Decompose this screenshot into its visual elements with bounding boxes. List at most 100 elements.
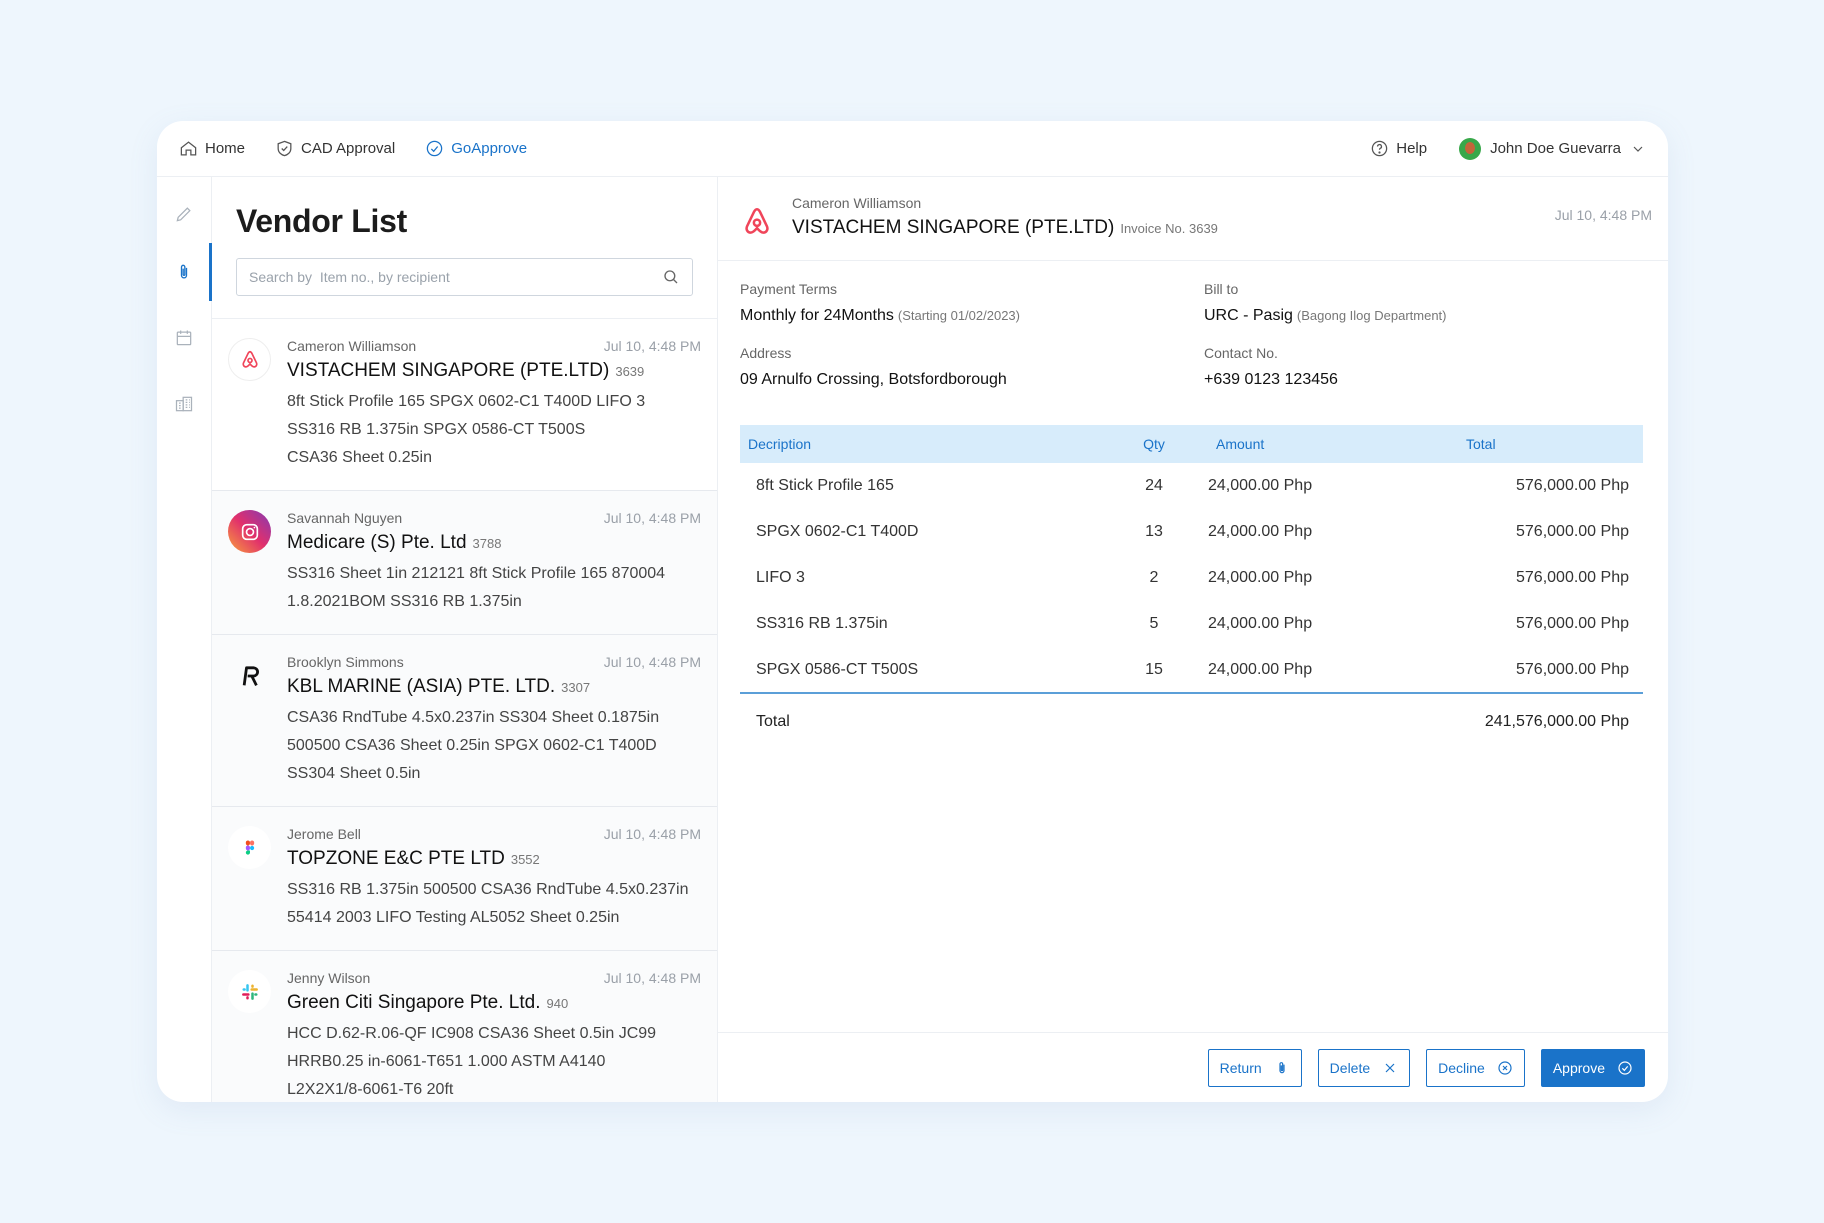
paperclip-icon [1279, 1061, 1285, 1073]
contact-value: +639 0123 123456 [1204, 371, 1338, 388]
invoice-number: Invoice No. 3639 [1120, 221, 1218, 236]
figma-logo-icon [228, 826, 271, 869]
vendor-person: Savannah Nguyen [287, 510, 403, 526]
nav-goapprove-label: GoApprove [451, 140, 528, 157]
rail-attachments[interactable] [157, 243, 212, 301]
vendor-items-line: SS316 RB 1.375in SPGX 0586-CT T500S [287, 421, 586, 438]
invoice-detail-panel: Cameron Williamson VISTACHEM SINGAPORE (… [718, 177, 1668, 1102]
avatar [1459, 137, 1482, 160]
vendor-items-line: 55414 2003 LIFO Testing AL5052 Sheet 0.2… [287, 909, 620, 926]
cell-total: 576,000.00 Php [1516, 569, 1629, 586]
vendor-items-line: SS304 Sheet 0.5in [287, 765, 421, 782]
vendor-item[interactable]: Brooklyn Simmons Jul 10, 4:48 PM KBL MAR… [212, 635, 717, 807]
vendor-person: Jenny Wilson [287, 970, 371, 986]
vendor-item[interactable]: Jerome Bell Jul 10, 4:48 PM TOPZONE E&C … [212, 807, 717, 951]
invoice-company: VISTACHEM SINGAPORE (PTE.LTD) [792, 217, 1115, 238]
vendor-list-header: Vendor List [212, 177, 717, 319]
shield-check-icon [277, 140, 292, 157]
vendor-item[interactable]: Cameron Williamson Jul 10, 4:48 PM VISTA… [212, 319, 717, 491]
vendor-company: VISTACHEM SINGAPORE (PTE.LTD) [287, 360, 610, 381]
vendor-items-line: HCC D.62-R.06-QF IC908 CSA36 Sheet 0.5in… [287, 1025, 657, 1042]
cell-description: SPGX 0586-CT T500S [740, 647, 1120, 694]
vendor-company: Medicare (S) Pte. Ltd [287, 532, 467, 553]
nav-home[interactable]: Home [179, 139, 245, 158]
vendor-items-line: 500500 CSA36 Sheet 0.25in SPGX 0602-C1 T… [287, 737, 657, 754]
table-row: SPGX 0586-CT T500S 15 24,000.00 Php 576,… [740, 647, 1643, 694]
return-button[interactable]: Return [1207, 1048, 1302, 1087]
vendor-date: Jul 10, 4:48 PM [603, 970, 701, 986]
airbnb-logo-icon [745, 207, 769, 234]
vendor-date: Jul 10, 4:48 PM [603, 826, 701, 842]
cell-amount: 24,000.00 Php [1208, 569, 1313, 586]
approve-button[interactable]: Approve [1540, 1048, 1645, 1087]
vendor-company: TOPZONE E&C PTE LTD [287, 848, 505, 869]
slack-logo-icon [228, 970, 271, 1013]
nav-cad-approval[interactable]: CAD Approval [275, 139, 395, 158]
close-circle-icon [1498, 1060, 1512, 1075]
user-menu[interactable]: John Doe Guevarra [1459, 137, 1646, 160]
cell-description: LIFO 3 [756, 569, 805, 586]
col-total: Total [1466, 436, 1496, 452]
total-value: 241,576,000.00 Php [1484, 712, 1629, 730]
vendor-items-line: SS316 RB 1.375in 500500 CSA36 RndTube 4.… [287, 881, 689, 898]
vendor-items-line: SS316 Sheet 1in 212121 8ft Stick Profile… [287, 565, 666, 582]
cell-qty: 24 [1145, 477, 1163, 494]
col-description: Decription [748, 436, 812, 452]
chevron-down-icon [1633, 146, 1643, 152]
vendor-items-line: CSA36 Sheet 0.25in [287, 449, 432, 466]
invoice-date: Jul 10, 4:48 PM [1554, 207, 1652, 223]
total-label: Total [756, 712, 790, 730]
invoice-info: Payment Terms Monthly for 24Months (Start… [718, 261, 1668, 389]
app-window: Home CAD Approval GoApprove Help John Do… [157, 121, 1668, 1102]
vendor-date: Jul 10, 4:48 PM [603, 338, 701, 354]
vendor-list-panel: Vendor List Cameron Williamson Jul 10, 4… [212, 177, 718, 1102]
close-icon [1385, 1063, 1395, 1072]
vendor-company: Green Citi Singapore Pte. Ltd. [287, 992, 541, 1013]
search-input[interactable] [249, 269, 662, 285]
help-label: Help [1396, 140, 1428, 157]
cell-amount: 24,000.00 Php [1208, 523, 1313, 540]
main-nav: Home CAD Approval GoApprove [179, 139, 527, 158]
rail-buildings[interactable] [157, 375, 211, 433]
vendor-date: Jul 10, 4:48 PM [603, 510, 701, 526]
cell-qty: 2 [1149, 569, 1159, 586]
page-title: Vendor List [236, 203, 407, 239]
paperclip-icon [180, 264, 188, 279]
vendor-item[interactable]: Savannah Nguyen Jul 10, 4:48 PM Medicare… [212, 491, 717, 635]
bill-to-value: URC - Pasig [1204, 307, 1293, 324]
cell-qty: 13 [1145, 523, 1163, 540]
action-bar: Return Delete Decline Approve [718, 1032, 1668, 1102]
nav-cad-approval-label: CAD Approval [301, 140, 396, 157]
home-icon [180, 141, 197, 156]
rail-edit[interactable] [157, 185, 211, 243]
delete-button[interactable]: Delete [1317, 1048, 1411, 1087]
vendor-item[interactable]: Jenny Wilson Jul 10, 4:48 PM Green Citi … [212, 951, 717, 1102]
cell-qty: 5 [1149, 615, 1159, 632]
side-rail [157, 177, 212, 1102]
payment-terms-label: Payment Terms [740, 281, 837, 297]
vendor-person: Cameron Williamson [287, 338, 417, 354]
help-button[interactable]: Help [1370, 139, 1427, 158]
address-label: Address [740, 345, 792, 361]
table-row: LIFO 3 2 24,000.00 Php 576,000.00 Php [740, 555, 1643, 601]
vendor-date: Jul 10, 4:48 PM [603, 654, 701, 670]
search-box [236, 258, 693, 296]
vendor-items-line: HRRB0.25 in-6061-T651 1.000 ASTM A4140 [287, 1053, 606, 1070]
nav-home-label: Home [205, 140, 246, 157]
vendor-items-line: 1.8.2021BOM SS316 RB 1.375in [287, 593, 522, 610]
instagram-logo-icon [228, 510, 271, 553]
cell-amount: 24,000.00 Php [1208, 615, 1313, 632]
pencil-icon [176, 207, 191, 222]
delete-label: Delete [1329, 1059, 1371, 1076]
nav-goapprove[interactable]: GoApprove [425, 139, 527, 158]
vendor-items-line: L2X2X1/8-6061-T6 20ft [287, 1081, 454, 1098]
decline-button[interactable]: Decline [1426, 1048, 1525, 1087]
cell-amount: 24,000.00 Php [1188, 647, 1368, 694]
search-icon[interactable] [662, 268, 680, 286]
calendar-icon [176, 330, 192, 346]
table-header-row: Decription Qty Amount Total [740, 425, 1643, 463]
building-icon [175, 396, 193, 412]
rail-calendar[interactable] [157, 309, 211, 367]
invoice-header: Cameron Williamson VISTACHEM SINGAPORE (… [718, 177, 1668, 261]
table-row: 8ft Stick Profile 165 24 24,000.00 Php 5… [740, 463, 1643, 509]
